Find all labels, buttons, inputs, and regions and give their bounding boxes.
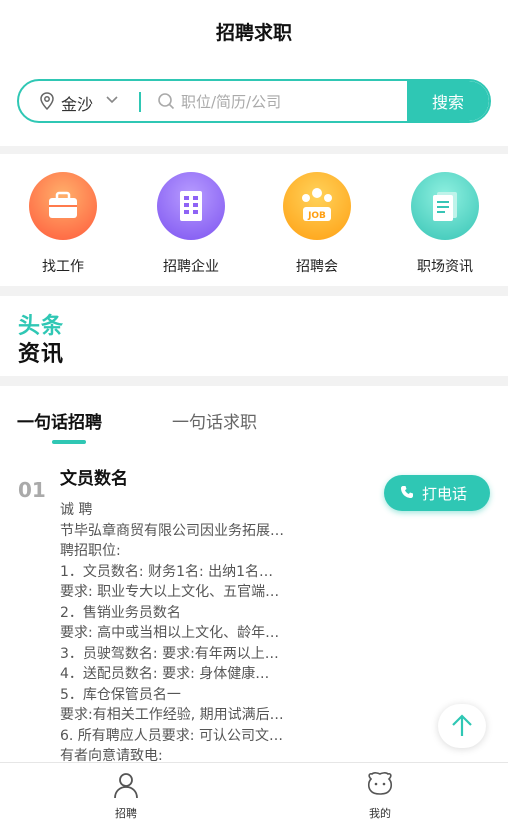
post-number: 01 — [18, 478, 46, 502]
chevron-down-icon[interactable] — [105, 93, 119, 107]
user-icon — [114, 773, 138, 799]
quicknav-label: 招聘企业 — [163, 259, 219, 275]
search-button[interactable]: 搜索 — [407, 81, 489, 121]
quicknav-label: 职场资讯 — [417, 259, 473, 275]
headline-line2: 资讯 — [18, 342, 65, 367]
quicknav-career-news[interactable]: 职场资讯 — [390, 172, 500, 276]
desc-line: 4．送配员数名: 要求: 身体健康… — [60, 666, 270, 682]
profile-face-icon — [367, 772, 393, 795]
arrow-up-icon — [452, 714, 472, 736]
building-icon — [157, 172, 225, 240]
bottom-nav-label: 招聘 — [115, 807, 137, 820]
search-bar: 金沙 搜索 — [17, 79, 491, 123]
desc-line: 1．文员数名: 财务1名: 出纳1名… — [60, 563, 274, 580]
header: 招聘求职 金沙 搜索 — [0, 0, 508, 146]
post-title[interactable]: 文员数名 — [60, 464, 128, 489]
desc-line: 要求: 职业专大以上文化、五官端… — [60, 584, 280, 600]
search-divider — [139, 92, 141, 112]
tab-recruit[interactable]: 一句话招聘 — [17, 408, 102, 433]
bottom-nav-recruit[interactable]: 招聘 — [86, 771, 166, 821]
call-button-label: 打电话 — [422, 485, 468, 503]
svg-text:JOB: JOB — [307, 211, 326, 221]
phone-icon — [401, 486, 413, 498]
desc-line: 聘招职位: — [60, 543, 121, 559]
desc-line: 要求: 高中或当相以上文化、龄年… — [60, 625, 280, 641]
desc-line: 6. 所有聘应人员要求: 可认公司文… — [60, 727, 283, 744]
location-pin-icon[interactable] — [39, 92, 55, 110]
news-icon — [411, 172, 479, 240]
quicknav-companies[interactable]: 招聘企业 — [136, 172, 246, 276]
quicknav-find-job[interactable]: 找工作 — [8, 172, 118, 276]
bottom-nav-label: 我的 — [369, 807, 391, 820]
desc-line: 有者向意请致电: — [60, 748, 163, 762]
desc-line: 2．售销业务员数名 — [60, 604, 181, 621]
quicknav-label: 招聘会 — [296, 259, 338, 275]
bottom-nav-mine[interactable]: 我的 — [340, 771, 420, 821]
quick-nav: 找工作 招聘企业 JOB 招聘会 职场资讯 — [0, 154, 508, 286]
call-button[interactable]: 打电话 — [384, 475, 490, 511]
content-panel: 一句话招聘 一句话求职 01 文员数名 打电话 诚 聘 节毕弘章商贸有限公司因业… — [0, 386, 508, 762]
desc-line: 诚 聘 — [60, 502, 93, 518]
search-input[interactable] — [181, 89, 401, 115]
desc-line: 5．库仓保管员名一 — [60, 686, 181, 703]
desc-line: 3．员驶驾数名: 要求:有年两以上… — [60, 645, 279, 662]
scroll-top-button[interactable] — [438, 704, 486, 748]
bottom-nav: 招聘 我的 — [0, 762, 508, 823]
headline-news[interactable]: 头条 资讯 — [0, 296, 508, 376]
quicknav-label: 找工作 — [42, 259, 84, 275]
post-description[interactable]: 诚 聘 节毕弘章商贸有限公司因业务拓展… 聘招职位: 1．文员数名: 财务1名:… — [60, 500, 350, 762]
job-fair-icon: JOB — [283, 172, 351, 240]
briefcase-icon — [29, 172, 97, 240]
desc-line: 节毕弘章商贸有限公司因业务拓展… — [60, 522, 284, 539]
tab-jobseek[interactable]: 一句话求职 — [172, 408, 257, 433]
quicknav-job-fair[interactable]: JOB 招聘会 — [262, 172, 372, 276]
location-select[interactable]: 金沙 — [61, 91, 93, 115]
tab-indicator — [52, 440, 86, 444]
desc-line: 要求:有相关工作经验, 期用试满后… — [60, 707, 284, 723]
search-icon — [158, 93, 175, 110]
page-title: 招聘求职 — [215, 22, 292, 44]
